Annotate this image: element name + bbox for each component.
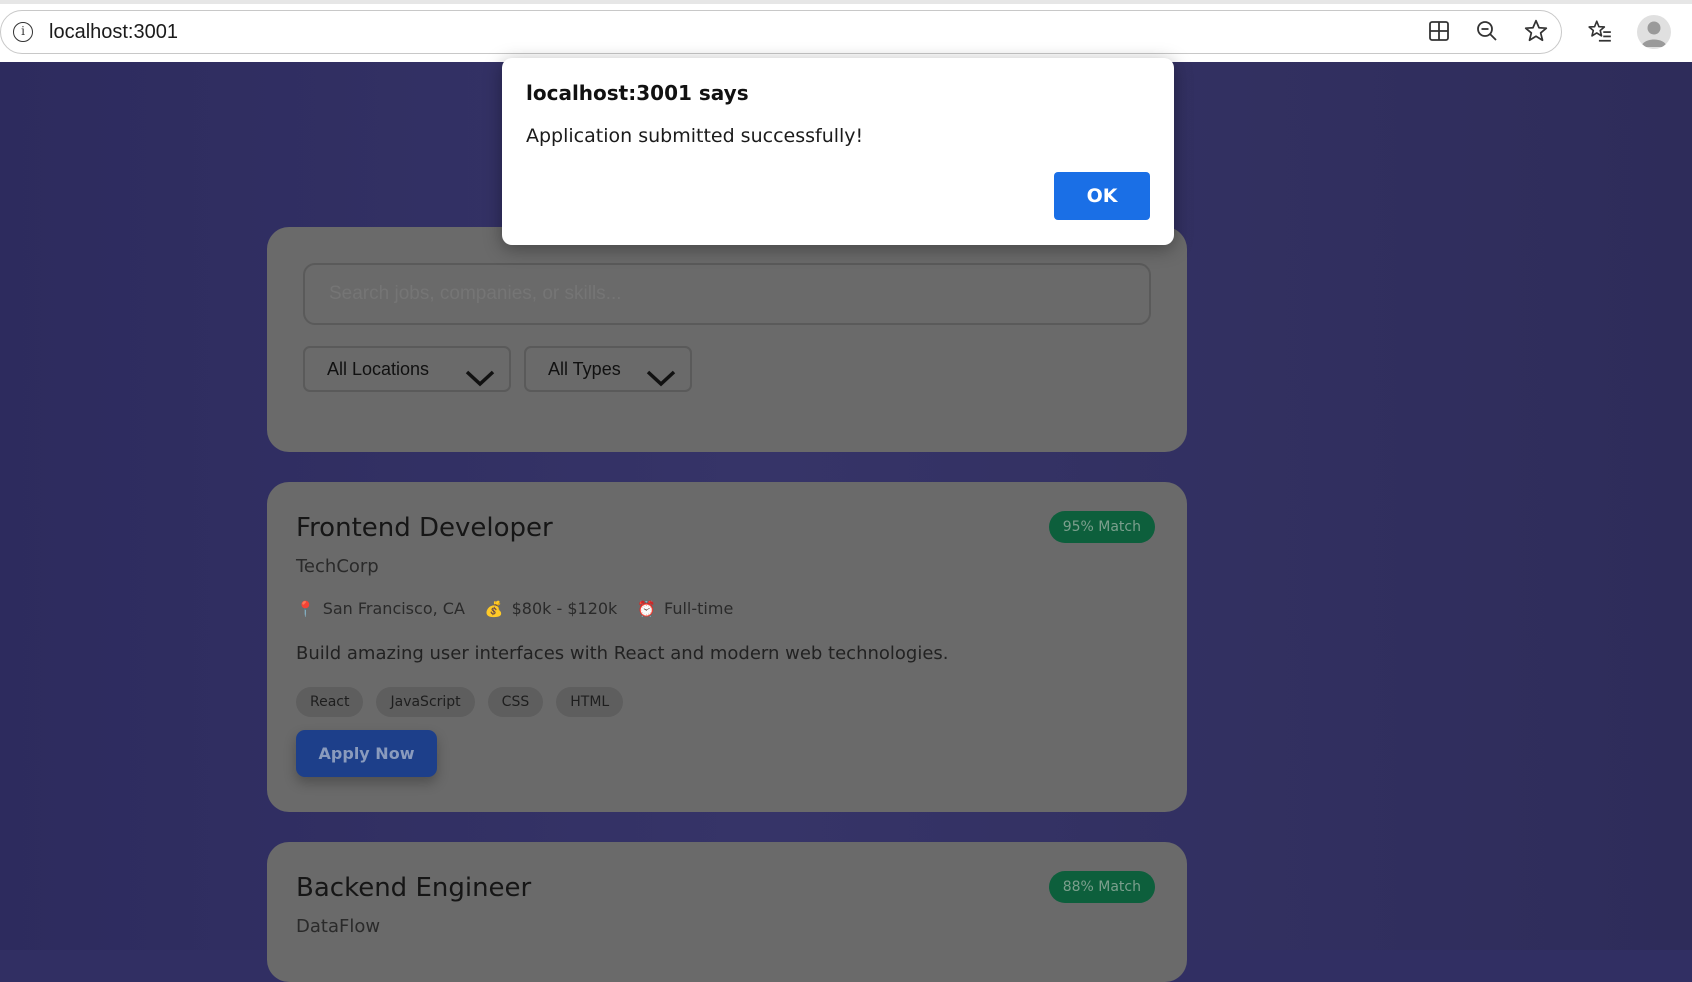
skill-tags: React JavaScript CSS HTML <box>296 687 636 717</box>
type-filter-select[interactable]: All Types <box>524 346 692 392</box>
zoom-out-icon[interactable] <box>1472 16 1502 46</box>
alert-dialog: localhost:3001 says Application submitte… <box>502 58 1174 245</box>
job-description: Build amazing user interfaces with React… <box>296 643 949 664</box>
skill-tag: CSS <box>487 687 544 717</box>
alarm-clock-icon: ⏰ <box>637 599 656 618</box>
alert-title: localhost:3001 says <box>526 81 749 105</box>
skill-tag: HTML <box>556 687 624 717</box>
money-bag-icon: 💰 <box>484 599 504 618</box>
salary-meta: 💰 $80k - $120k <box>485 599 617 618</box>
site-info-icon[interactable]: i <box>13 22 33 42</box>
job-meta: 📍 San Francisco, CA 💰 $80k - $120k ⏰ Ful… <box>296 599 753 618</box>
salary-text: $80k - $120k <box>511 599 618 618</box>
location-meta: 📍 San Francisco, CA <box>296 599 465 618</box>
search-panel: All Locations All Types <box>267 227 1187 452</box>
url-text[interactable]: localhost:3001 <box>49 21 178 44</box>
type-meta: ⏰ Full-time <box>637 599 733 618</box>
ok-button[interactable]: OK <box>1054 172 1150 220</box>
chevron-down-icon <box>646 360 676 402</box>
favorites-list-icon[interactable] <box>1585 16 1615 46</box>
skill-tag: JavaScript <box>376 687 475 717</box>
type-filter-value: All Types <box>548 359 621 379</box>
job-card: Frontend Developer TechCorp 95% Match 📍 … <box>267 482 1187 812</box>
chevron-down-icon <box>465 360 495 402</box>
location-filter-select[interactable]: All Locations <box>303 346 511 392</box>
type-text: Full-time <box>664 599 734 618</box>
match-badge: 95% Match <box>1048 511 1155 543</box>
location-text: San Francisco, CA <box>322 599 465 618</box>
profile-avatar-icon[interactable] <box>1637 15 1671 49</box>
browser-toolbar: i localhost:3001 <box>0 0 1692 63</box>
location-pin-icon: 📍 <box>296 599 315 618</box>
skill-tag: React <box>296 687 364 717</box>
job-title: Frontend Developer <box>296 513 553 543</box>
location-filter-value: All Locations <box>327 359 430 379</box>
company-name: DataFlow <box>296 916 381 937</box>
job-card: Backend Engineer DataFlow 88% Match <box>267 842 1187 982</box>
match-badge: 88% Match <box>1048 871 1155 903</box>
split-screen-icon[interactable] <box>1424 16 1454 46</box>
address-bar[interactable]: i localhost:3001 <box>0 10 1562 54</box>
tab-strip-edge <box>0 0 1692 4</box>
favorite-star-icon[interactable] <box>1521 16 1551 46</box>
job-title: Backend Engineer <box>296 873 532 903</box>
apply-now-button[interactable]: Apply Now <box>296 730 437 777</box>
search-input[interactable] <box>303 263 1151 325</box>
company-name: TechCorp <box>296 556 379 577</box>
alert-message: Application submitted successfully! <box>526 125 864 147</box>
